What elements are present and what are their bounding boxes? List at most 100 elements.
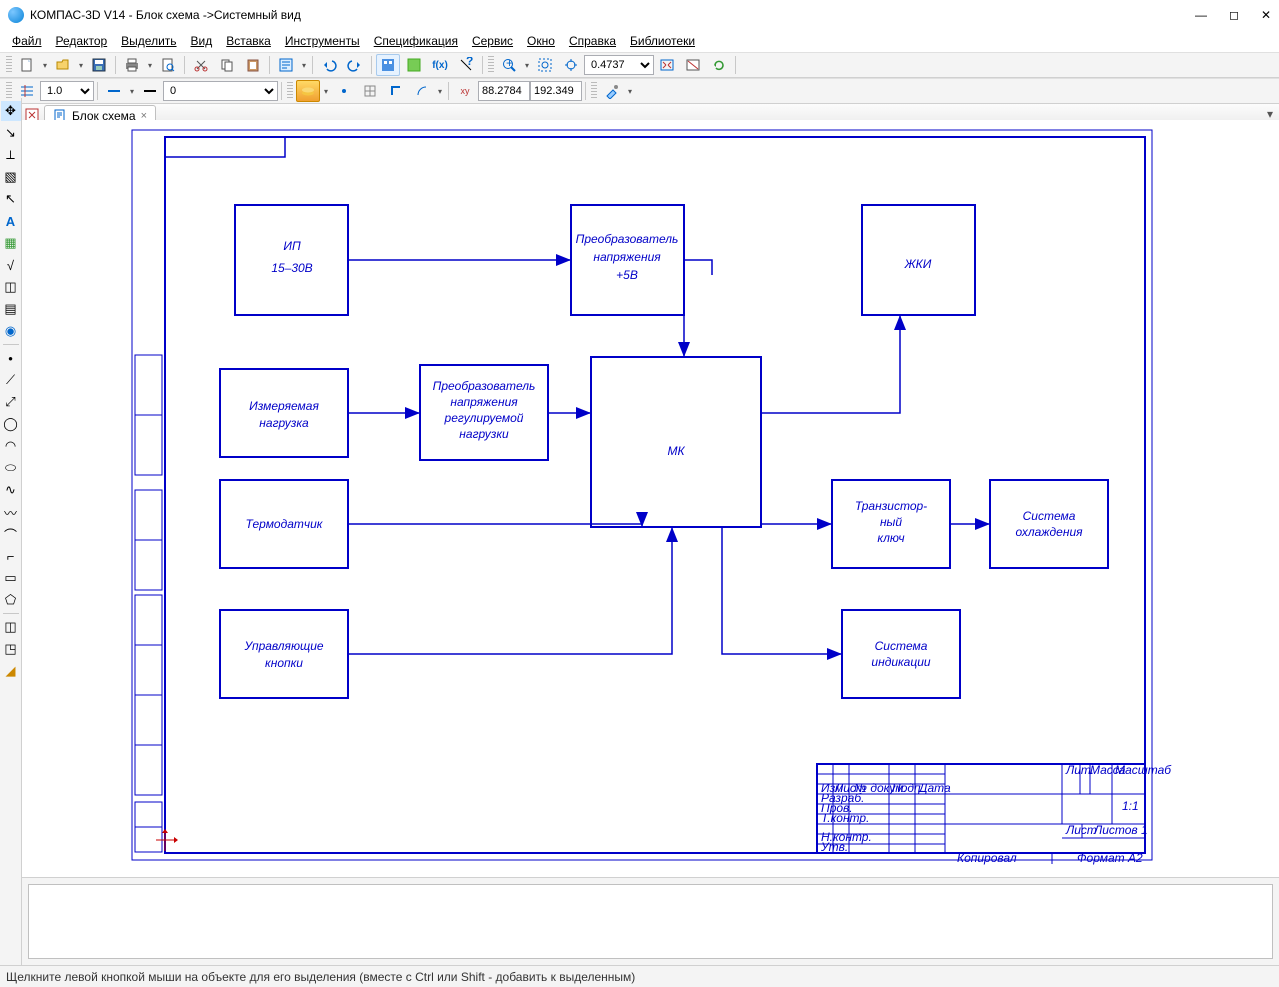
spec-tool[interactable]: ◫ <box>1 277 21 297</box>
menu-libraries[interactable]: Библиотеки <box>624 32 701 50</box>
polygon-tool[interactable]: ⬠ <box>1 590 21 610</box>
style-dropdown[interactable]: ▾ <box>127 87 137 96</box>
zoom-in-button[interactable]: + <box>497 54 521 76</box>
drawing-canvas[interactable]: ИП 15–30В Преобразователь напряжения +5В… <box>22 120 1279 877</box>
toolbar-grip[interactable] <box>6 56 12 74</box>
tools-dropdown[interactable]: ▾ <box>625 87 635 96</box>
refresh-button[interactable] <box>707 54 731 76</box>
new-dropdown[interactable]: ▾ <box>40 61 50 70</box>
svg-text:15–30В: 15–30В <box>271 261 312 275</box>
coord-x-input[interactable] <box>478 81 530 101</box>
style-select[interactable]: 0 <box>163 81 278 101</box>
ellipse-tool[interactable]: ⬭ <box>1 458 21 478</box>
undo-button[interactable] <box>317 54 341 76</box>
contour-tool[interactable]: ◳ <box>1 639 21 659</box>
chamfer-tool[interactable]: ⌐ <box>1 546 21 566</box>
minimize-button[interactable]: — <box>1195 8 1207 22</box>
zoom-dynamic-button[interactable] <box>559 54 583 76</box>
line-tool[interactable]: ⟋ <box>1 370 21 390</box>
point-tool[interactable]: • <box>1 348 21 368</box>
aux-line-tool[interactable]: ⤢ <box>1 392 21 412</box>
snap-dropdown[interactable]: ▾ <box>435 87 445 96</box>
zoom-level-select[interactable]: 0.4737 <box>584 55 654 75</box>
arc-tool[interactable]: ◠ <box>1 436 21 456</box>
close-button[interactable]: ✕ <box>1261 8 1271 22</box>
menu-window[interactable]: Окно <box>521 32 561 50</box>
layer-dropdown[interactable]: ▾ <box>321 87 331 96</box>
fill-tool[interactable]: ◢ <box>1 661 21 681</box>
toolbar-grip[interactable] <box>287 82 293 100</box>
cut-button[interactable] <box>189 54 213 76</box>
svg-text:ный: ный <box>880 515 902 529</box>
menu-view[interactable]: Вид <box>185 32 219 50</box>
dimension-tool[interactable]: ⟂ <box>1 145 21 165</box>
edit-point-tool[interactable]: ↖ <box>1 189 21 209</box>
ortho-button[interactable] <box>384 80 408 102</box>
properties-dropdown[interactable]: ▾ <box>299 61 309 70</box>
menu-help[interactable]: Справка <box>563 32 622 50</box>
coord-y-input[interactable] <box>530 81 582 101</box>
roughness-tool[interactable]: √ <box>1 255 21 275</box>
svg-text:Термодатчик: Термодатчик <box>246 517 324 531</box>
snap-grid-button[interactable] <box>358 80 382 102</box>
manager-button[interactable] <box>376 54 400 76</box>
toolbar-grip[interactable] <box>591 82 597 100</box>
menu-insert[interactable]: Вставка <box>220 32 277 50</box>
menu-tools[interactable]: Инструменты <box>279 32 366 50</box>
open-button[interactable] <box>51 54 75 76</box>
fillet-tool[interactable]: ⌒ <box>1 524 21 544</box>
print-dropdown[interactable]: ▾ <box>145 61 155 70</box>
coord-mode-button[interactable]: xy <box>453 80 477 102</box>
preview-button[interactable] <box>156 54 180 76</box>
style-icon[interactable] <box>102 80 126 102</box>
zoom-dropdown[interactable]: ▾ <box>522 61 532 70</box>
svg-text:ЖКИ: ЖКИ <box>904 257 932 271</box>
zoom-fit-button[interactable] <box>655 54 679 76</box>
toolbar-grip[interactable] <box>488 56 494 74</box>
svg-text:регулируемой: регулируемой <box>444 411 524 425</box>
spline-tool[interactable]: ∿ <box>1 480 21 500</box>
svg-text:Лист: Лист <box>1065 823 1097 837</box>
fx-button[interactable]: f(x) <box>428 54 452 76</box>
redo-button[interactable] <box>343 54 367 76</box>
paste-button[interactable] <box>241 54 265 76</box>
app-icon <box>8 7 24 23</box>
redraw-button[interactable] <box>681 54 705 76</box>
hatch-tool[interactable]: ▧ <box>1 167 21 187</box>
round-button[interactable] <box>410 80 434 102</box>
save-button[interactable] <box>87 54 111 76</box>
menu-spec[interactable]: Спецификация <box>368 32 464 50</box>
properties-button[interactable] <box>274 54 298 76</box>
copy-button[interactable] <box>215 54 239 76</box>
select-tool[interactable]: ✥ <box>1 101 21 121</box>
print-button[interactable] <box>120 54 144 76</box>
open-dropdown[interactable]: ▾ <box>76 61 86 70</box>
scale-select[interactable]: 1.0 <box>40 81 94 101</box>
tabs-overflow-icon[interactable]: ▾ <box>1267 107 1273 121</box>
svg-text:1:1: 1:1 <box>1122 799 1139 813</box>
maximize-button[interactable]: ◻ <box>1229 8 1239 22</box>
text-tool[interactable]: A <box>1 211 21 231</box>
tools-button[interactable] <box>600 80 624 102</box>
library-tool[interactable]: ◉ <box>1 321 21 341</box>
report-tool[interactable]: ▤ <box>1 299 21 319</box>
property-panel-body[interactable] <box>28 884 1273 959</box>
variables-button[interactable] <box>402 54 426 76</box>
zoom-window-button[interactable] <box>533 54 557 76</box>
equidistant-tool[interactable]: ◫ <box>1 617 21 637</box>
menu-editor[interactable]: Редактор <box>50 32 114 50</box>
table-tool[interactable]: ▦ <box>1 233 21 253</box>
layer-button[interactable] <box>296 80 320 102</box>
help-button[interactable]: ? <box>454 54 478 76</box>
menu-select[interactable]: Выделить <box>115 32 182 50</box>
menu-file[interactable]: Файл <box>6 32 48 50</box>
menu-service[interactable]: Сервис <box>466 32 519 50</box>
geometry-tool[interactable]: ↘ <box>1 123 21 143</box>
statusbar: Щелкните левой кнопкой мыши на объекте д… <box>0 965 1279 987</box>
rect-tool[interactable]: ▭ <box>1 568 21 588</box>
bezier-tool[interactable]: 〰 <box>1 502 21 522</box>
svg-text:Масштаб: Масштаб <box>1115 763 1172 777</box>
snap-point-button[interactable] <box>332 80 356 102</box>
new-button[interactable] <box>15 54 39 76</box>
circle-tool[interactable]: ◯ <box>1 414 21 434</box>
